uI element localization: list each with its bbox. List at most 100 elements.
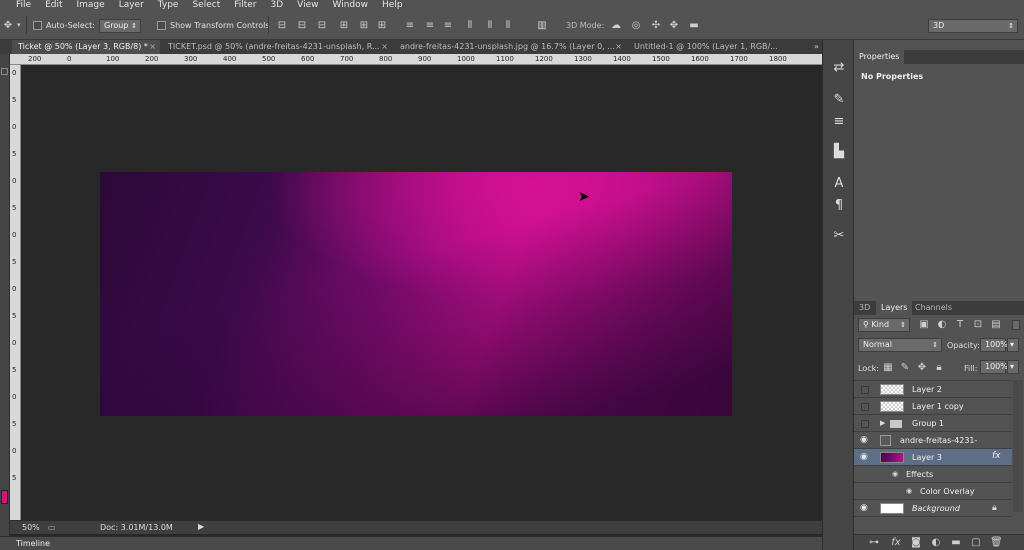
menu-layer[interactable]: Layer xyxy=(119,0,144,10)
paragraph-icon[interactable]: ¶ xyxy=(831,198,847,214)
distribute-bottom-icon[interactable]: ≡ xyxy=(442,20,454,32)
fill-input[interactable]: 100% xyxy=(980,360,1008,374)
opacity-input[interactable]: 100% xyxy=(980,338,1008,352)
fx-icon[interactable]: fx xyxy=(992,451,1001,461)
layer-name[interactable]: Background xyxy=(912,500,960,517)
move-tool-icon[interactable]: ✥ xyxy=(2,20,14,32)
tab-ticket-psd[interactable]: TICKET.psd @ 50% (andre-freitas-4231-uns… xyxy=(162,40,392,54)
tool-icon[interactable] xyxy=(1,68,8,75)
layer-name[interactable]: Layer 3 xyxy=(912,449,942,466)
menu-window[interactable]: Window xyxy=(333,0,369,10)
close-icon[interactable]: × xyxy=(149,40,156,54)
eye-icon[interactable]: ◉ xyxy=(860,452,868,462)
align-top-icon[interactable]: ⊞ xyxy=(338,20,350,32)
tool-preset-chevron-icon[interactable]: ▾ xyxy=(17,21,21,29)
zoom-level[interactable]: 50% xyxy=(22,523,40,532)
menu-image[interactable]: Image xyxy=(77,0,105,10)
blend-mode-dropdown[interactable]: Normal ⇕ xyxy=(858,338,942,352)
tab-3d[interactable]: 3D xyxy=(854,301,875,315)
new-layer-icon[interactable]: ▢ xyxy=(970,537,982,549)
layer-name[interactable]: Group 1 xyxy=(912,415,944,432)
filter-adjustment-icon[interactable]: ◐ xyxy=(936,319,948,331)
align-left-icon[interactable]: ⊟ xyxy=(276,20,288,32)
layer-row[interactable]: ◉ Background 🔒︎ xyxy=(854,500,1012,517)
distribute-vcenter-icon[interactable]: ≡ xyxy=(424,20,436,32)
align-hcenter-icon[interactable]: ⊟ xyxy=(296,20,308,32)
auto-select-checkbox[interactable] xyxy=(33,21,42,30)
kind-filter-dropdown[interactable]: ⚲ Kind ⇕ xyxy=(858,318,910,332)
tab-properties[interactable]: Properties xyxy=(854,50,905,64)
lock-transparent-icon[interactable]: ▦ xyxy=(882,362,894,374)
slide-3d-icon[interactable]: ✥ xyxy=(668,20,680,32)
document-canvas[interactable] xyxy=(100,172,732,416)
link-layers-icon[interactable]: ⊶ xyxy=(868,537,880,549)
layer-name[interactable]: Layer 2 xyxy=(912,381,942,398)
timeline-panel-tab[interactable]: Timeline xyxy=(0,536,822,550)
close-icon[interactable]: × xyxy=(381,40,388,54)
layer-name[interactable]: Layer 1 copy xyxy=(912,398,964,415)
layer-row[interactable]: ▶ Group 1 xyxy=(854,415,1012,432)
character-icon[interactable]: A xyxy=(831,176,847,192)
menu-select[interactable]: Select xyxy=(192,0,220,10)
workspace-dropdown[interactable]: 3D ⇕ xyxy=(928,19,1018,33)
pan-3d-icon[interactable]: ✣ xyxy=(650,20,662,32)
distribute-top-icon[interactable]: ≡ xyxy=(404,20,416,32)
align-bottom-icon[interactable]: ⊞ xyxy=(376,20,388,32)
menu-help[interactable]: Help xyxy=(382,0,403,10)
distribute-hcenter-icon[interactable]: ⫴ xyxy=(484,20,496,32)
add-style-icon[interactable]: fx xyxy=(890,537,902,549)
effect-row[interactable]: ◉ Color Overlay xyxy=(854,483,1012,500)
lock-image-icon[interactable]: ✎ xyxy=(899,362,911,374)
filter-type-icon[interactable]: T xyxy=(954,319,966,331)
distribute-left-icon[interactable]: ⫴ xyxy=(464,20,476,32)
opacity-slider-button[interactable]: ▾ xyxy=(1007,338,1019,352)
auto-align-icon[interactable]: ▥ xyxy=(536,20,548,32)
layer-row[interactable]: Layer 1 copy xyxy=(854,398,1012,415)
fill-slider-button[interactable]: ▾ xyxy=(1007,360,1019,374)
filter-shape-icon[interactable]: ⊡ xyxy=(972,319,984,331)
menu-view[interactable]: View xyxy=(297,0,318,10)
expand-arrow-icon[interactable]: ▶ xyxy=(880,419,885,427)
brush-icon[interactable]: ≡ xyxy=(831,114,847,130)
new-adjustment-icon[interactable]: ◐ xyxy=(930,537,942,549)
foreground-color-swatch[interactable] xyxy=(1,490,8,504)
menu-file[interactable]: File xyxy=(16,0,31,10)
tab-layers[interactable]: Layers xyxy=(876,301,913,315)
tab-ticket[interactable]: Ticket @ 50% (Layer 3, RGB/8) * × xyxy=(12,40,160,54)
new-group-icon[interactable]: ▬ xyxy=(950,537,962,549)
show-transform-checkbox[interactable] xyxy=(157,21,166,30)
eye-icon[interactable]: ◉ xyxy=(860,503,868,513)
menu-3d[interactable]: 3D xyxy=(271,0,284,10)
menu-type[interactable]: Type xyxy=(158,0,179,10)
tab-untitled[interactable]: Untitled-1 @ 100% (Layer 1, RGB/... xyxy=(628,40,814,54)
visibility-toggle[interactable] xyxy=(861,403,869,411)
menu-filter[interactable]: Filter xyxy=(234,0,256,10)
distribute-right-icon[interactable]: ⫴ xyxy=(502,20,514,32)
layers-scrollbar[interactable] xyxy=(1013,380,1023,512)
visibility-toggle[interactable] xyxy=(861,386,869,394)
scale-3d-icon[interactable]: ▬ xyxy=(688,20,700,32)
tabs-overflow-icon[interactable]: » xyxy=(814,42,819,51)
layer-row[interactable]: ◉ andre-freitas-4231-unsplash xyxy=(854,432,1012,462)
menu-edit[interactable]: Edit xyxy=(45,0,62,10)
tool-presets-icon[interactable]: ✂ xyxy=(831,228,847,244)
status-menu-arrow-icon[interactable]: ▶ xyxy=(198,522,204,531)
lock-position-icon[interactable]: ✥ xyxy=(916,362,928,374)
eye-icon[interactable]: ◉ xyxy=(892,470,898,478)
auto-select-dropdown[interactable]: Group ⇕ xyxy=(99,19,141,33)
lock-all-icon[interactable]: 🔒︎ xyxy=(933,362,945,374)
orbit-3d-icon[interactable]: ☁ xyxy=(610,20,622,32)
tab-andre-freitas[interactable]: andre-freitas-4231-unsplash.jpg @ 16.7% … xyxy=(394,40,626,54)
layer-row-selected[interactable]: ◉ Layer 3 fx xyxy=(854,449,1012,466)
history-icon[interactable]: ⇄ xyxy=(831,60,847,76)
eye-icon[interactable]: ◉ xyxy=(906,487,912,495)
effects-row[interactable]: ◉ Effects xyxy=(854,466,1012,483)
tab-channels[interactable]: Channels xyxy=(910,301,957,315)
roll-3d-icon[interactable]: ◎ xyxy=(630,20,642,32)
effect-name[interactable]: Color Overlay xyxy=(920,483,975,500)
clone-source-icon[interactable]: ▙ xyxy=(831,144,847,160)
filter-pixel-icon[interactable]: ▣ xyxy=(918,319,930,331)
filter-toggle[interactable] xyxy=(1012,320,1020,330)
layer-row[interactable]: Layer 2 xyxy=(854,381,1012,398)
brush-presets-icon[interactable]: ✎ xyxy=(831,92,847,108)
